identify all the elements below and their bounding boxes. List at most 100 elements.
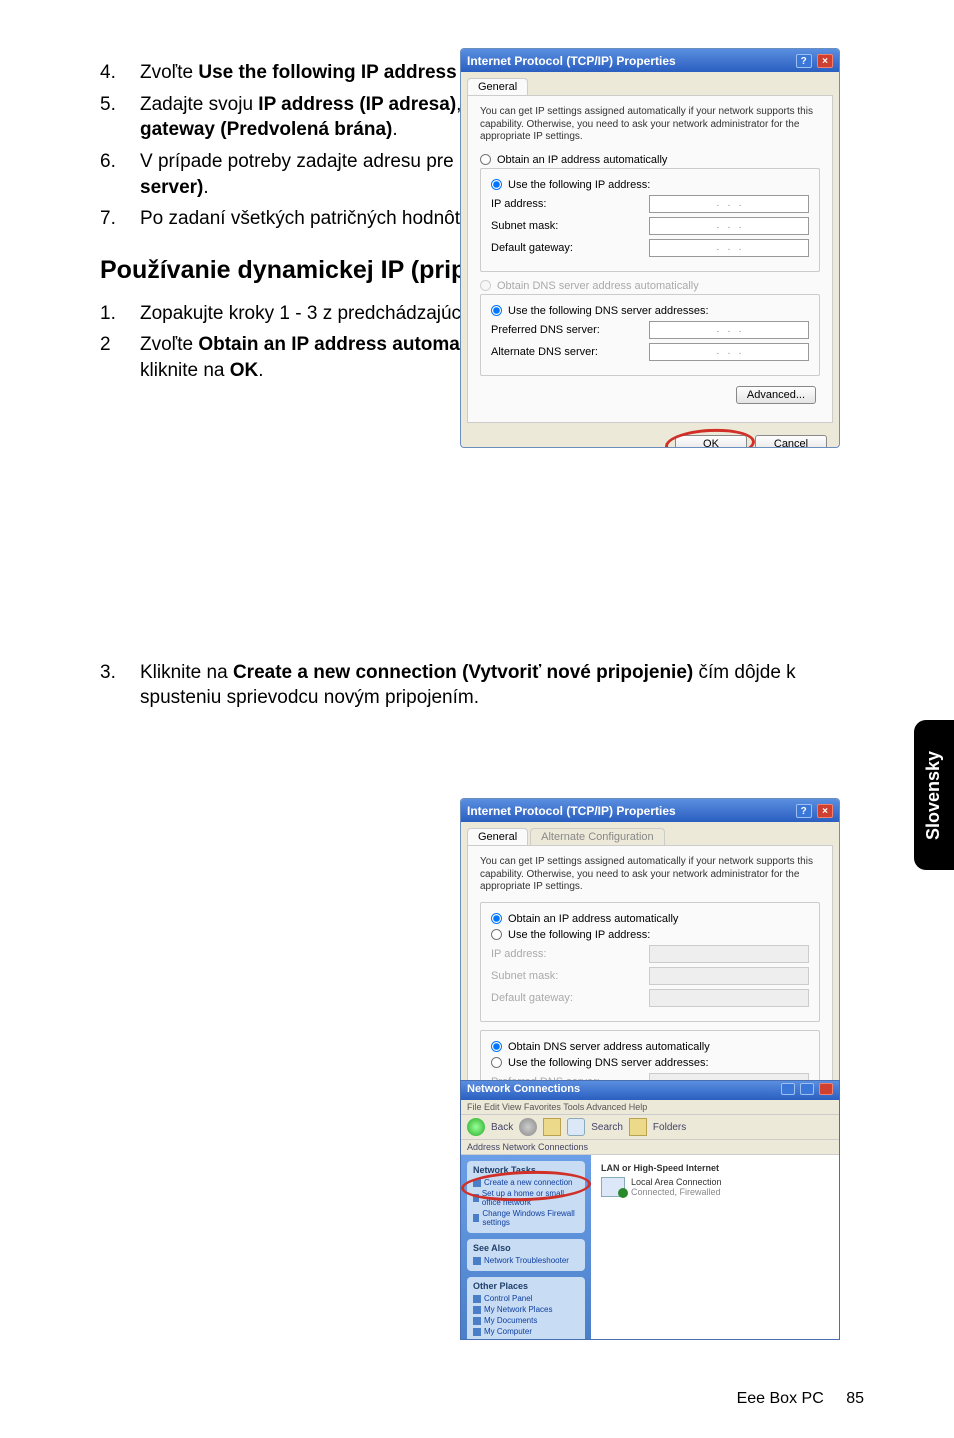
step-number: 1. [100,301,140,327]
ok-button[interactable]: OK [675,435,747,449]
help-icon[interactable]: ? [796,54,812,68]
connection-icon [601,1177,625,1197]
dialog-titlebar[interactable]: Internet Protocol (TCP/IP) Properties ? … [461,49,839,72]
link-troubleshooter[interactable]: Network Troubleshooter [473,1256,579,1265]
radio-label: Obtain an IP address automatically [497,154,667,166]
alternate-dns-input[interactable]: . . . [649,343,809,361]
radio-label: Obtain DNS server address automatically [497,280,699,292]
forward-icon[interactable] [519,1118,537,1136]
panel-title: Other Places [473,1281,579,1291]
footer-device: Eee Box PC [737,1390,824,1407]
gateway-input[interactable]: . . . [649,239,809,257]
maximize-icon[interactable] [800,1083,814,1095]
field-label-gw: Default gateway: [491,992,573,1004]
radio-obtain-ip[interactable]: Obtain an IP address automatically [480,154,820,166]
search-icon[interactable] [567,1118,585,1136]
connection-name: Local Area Connection [631,1177,722,1187]
step-number: 4. [100,60,140,86]
close-icon[interactable]: × [817,54,833,68]
subnet-mask-input [649,967,809,985]
radio-use-dns[interactable]: Use the following DNS server addresses: [491,1057,809,1069]
radio-input[interactable] [491,1057,502,1068]
back-label[interactable]: Back [491,1122,513,1133]
task-sidebar: Network Tasks Create a new connection Se… [461,1155,591,1340]
close-icon[interactable] [819,1083,833,1095]
link-create-connection[interactable]: Create a new connection [473,1178,579,1187]
back-icon[interactable] [467,1118,485,1136]
radio-label: Use the following IP address: [508,929,650,941]
radio-use-ip[interactable]: Use the following IP address: [491,929,809,941]
page-number: 85 [846,1390,864,1407]
radio-obtain-dns[interactable]: Obtain DNS server address automatically [491,1041,809,1053]
window-titlebar[interactable]: Network Connections [461,1081,839,1100]
folders-label[interactable]: Folders [653,1122,686,1133]
radio-label: Use the following DNS server addresses: [508,1057,709,1069]
advanced-button[interactable]: Advanced... [736,386,816,404]
radio-label: Use the following IP address: [508,179,650,191]
field-label-gw: Default gateway: [491,242,573,254]
radio-obtain-ip[interactable]: Obtain an IP address automatically [491,913,809,925]
radio-label: Obtain an IP address automatically [508,913,678,925]
language-side-tab: Slovensky [914,720,954,870]
connection-item[interactable]: Local Area Connection Connected, Firewal… [601,1177,829,1197]
step-number: 3. [100,660,140,711]
tab-general[interactable]: General [467,828,528,845]
radio-label: Obtain DNS server address automatically [508,1041,710,1053]
tab-general[interactable]: General [467,78,528,95]
radio-input[interactable] [480,154,491,165]
menu-bar[interactable]: File Edit View Favorites Tools Advanced … [461,1100,839,1114]
ip-address-input [649,945,809,963]
panel-title: See Also [473,1243,579,1253]
dialog-title: Internet Protocol (TCP/IP) Properties [467,804,676,818]
field-label-mask: Subnet mask: [491,970,558,982]
panel-title: Network Tasks [473,1165,579,1175]
link-network-places[interactable]: My Network Places [473,1305,579,1314]
network-connections-window: Network Connections File Edit View Favor… [460,1080,840,1340]
field-label-ip: IP address: [491,948,546,960]
close-icon[interactable]: × [817,804,833,818]
connection-status: Connected, Firewalled [631,1187,722,1197]
link-firewall[interactable]: Change Windows Firewall settings [473,1209,579,1227]
dialog-description: You can get IP settings assigned automat… [480,106,820,144]
ip-address-input[interactable]: . . . [649,195,809,213]
link-computer[interactable]: My Computer [473,1327,579,1336]
radio-label: Use the following DNS server addresses: [508,305,709,317]
connections-pane: LAN or High-Speed Internet Local Area Co… [591,1155,839,1340]
subnet-mask-input[interactable]: . . . [649,217,809,235]
page-footer: Eee Box PC 85 [737,1390,864,1408]
sidebar-panel-seealso: See Also Network Troubleshooter [467,1239,585,1271]
dialog-description: You can get IP settings assigned automat… [480,856,820,894]
radio-input[interactable] [491,1041,502,1052]
gateway-input [649,989,809,1007]
sidebar-panel-other: Other Places Control Panel My Network Pl… [467,1277,585,1340]
radio-input[interactable] [491,179,502,190]
radio-input[interactable] [491,913,502,924]
field-label-pdns: Preferred DNS server: [491,324,600,336]
radio-use-ip[interactable]: Use the following IP address: [491,179,809,191]
dialog-titlebar[interactable]: Internet Protocol (TCP/IP) Properties ? … [461,799,839,822]
folders-icon[interactable] [629,1118,647,1136]
step-number: 7. [100,206,140,232]
minimize-icon[interactable] [781,1083,795,1095]
link-setup-network[interactable]: Set up a home or small office network [473,1189,579,1207]
cancel-button[interactable]: Cancel [755,435,827,449]
link-documents[interactable]: My Documents [473,1316,579,1325]
step-text: Kliknite na Create a new connection (Vyt… [140,660,860,711]
link-control-panel[interactable]: Control Panel [473,1294,579,1303]
window-title: Network Connections [467,1083,580,1098]
up-icon[interactable] [543,1118,561,1136]
numbered-list-bot: 3. Kliknite na Create a new connection (… [100,660,860,711]
radio-input [480,280,491,291]
preferred-dns-input[interactable]: . . . [649,321,809,339]
dialog-title: Internet Protocol (TCP/IP) Properties [467,54,676,68]
radio-input[interactable] [491,929,502,940]
search-label[interactable]: Search [591,1122,623,1133]
address-bar[interactable]: Address Network Connections [461,1140,839,1155]
field-label-ip: IP address: [491,198,546,210]
radio-use-dns[interactable]: Use the following DNS server addresses: [491,305,809,317]
step-number: 2 [100,332,140,383]
field-label-adns: Alternate DNS server: [491,346,598,358]
tab-alternate[interactable]: Alternate Configuration [530,828,665,845]
help-icon[interactable]: ? [796,804,812,818]
radio-input[interactable] [491,305,502,316]
